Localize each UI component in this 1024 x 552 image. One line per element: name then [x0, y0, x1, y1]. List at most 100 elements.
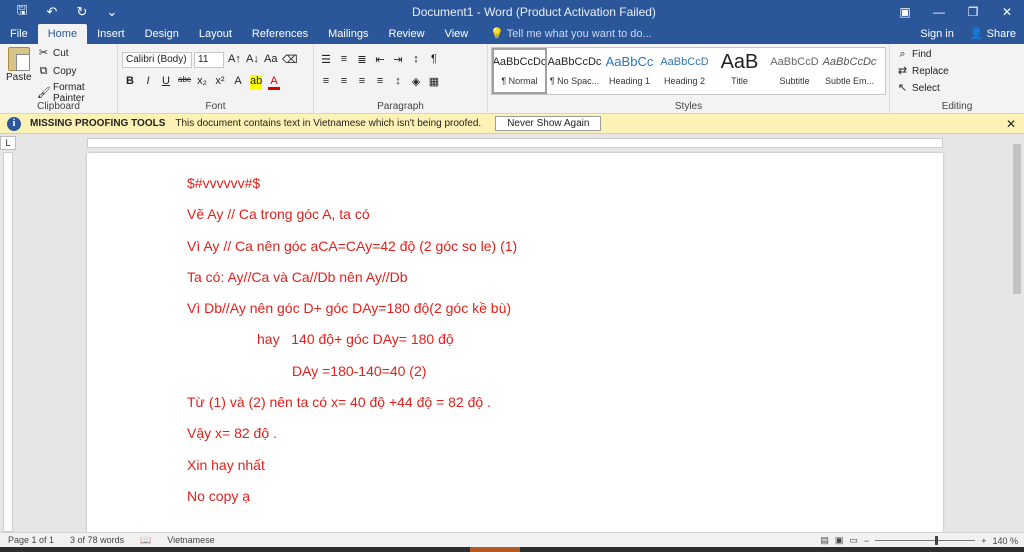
- ribbon-display-options-icon[interactable]: ▣: [888, 5, 922, 19]
- justify-icon[interactable]: ≡: [374, 75, 386, 88]
- tab-mailings[interactable]: Mailings: [318, 24, 378, 44]
- paintbrush-icon: 🖌: [37, 86, 51, 99]
- styles-gallery: AaBbCcDc ¶ Normal AaBbCcDc ¶ No Spac... Aa…: [491, 47, 886, 95]
- message-text: This document contains text in Vietnames…: [175, 118, 482, 129]
- tab-insert[interactable]: Insert: [87, 24, 135, 44]
- vertical-ruler[interactable]: [3, 152, 13, 532]
- restore-icon[interactable]: ❐: [956, 5, 990, 19]
- style-name: ¶ No Spac...: [549, 76, 600, 86]
- web-layout-icon[interactable]: ▭: [849, 535, 858, 546]
- bullets-icon[interactable]: ☰: [320, 53, 332, 66]
- tab-layout[interactable]: Layout: [189, 24, 242, 44]
- borders-icon[interactable]: ▦: [428, 75, 440, 88]
- multilevel-list-icon[interactable]: ≣: [356, 53, 368, 66]
- align-center-icon[interactable]: ≡: [338, 75, 350, 88]
- find-button[interactable]: ⌕ Find: [896, 48, 931, 61]
- font-color-icon[interactable]: A: [268, 75, 280, 90]
- horizontal-ruler[interactable]: [87, 138, 943, 148]
- zoom-slider-knob[interactable]: [935, 536, 939, 545]
- replace-button[interactable]: ⇄ Replace: [896, 65, 949, 78]
- highlight-icon[interactable]: ab: [250, 75, 262, 90]
- document-page[interactable]: $#vvvvvv#$ Vẽ Ay // Ca trong góc A, ta c…: [87, 153, 943, 533]
- line-spacing-icon[interactable]: ↕: [392, 75, 404, 88]
- page-count[interactable]: Page 1 of 1: [8, 535, 54, 545]
- change-case-icon[interactable]: Aa: [264, 53, 277, 66]
- font-size-controls: A↑ A↓ Aa ⌫: [228, 53, 298, 66]
- tell-me-search[interactable]: 💡 Tell me what you want to do...: [490, 24, 912, 44]
- align-right-icon[interactable]: ≡: [356, 75, 368, 88]
- tab-references[interactable]: References: [242, 24, 318, 44]
- cut-button[interactable]: ✂ Cut: [37, 47, 69, 60]
- undo-icon[interactable]: ↶: [40, 4, 64, 20]
- superscript-icon[interactable]: x²: [214, 75, 226, 90]
- lightbulb-icon: 💡: [490, 28, 504, 40]
- style-title[interactable]: AaB Title: [712, 48, 767, 94]
- document-line: Vì Db//Ay nên góc D+ góc DAy=180 độ(2 gó…: [187, 300, 512, 317]
- copy-label: Copy: [53, 66, 77, 77]
- language-indicator[interactable]: Vietnamese: [167, 535, 214, 545]
- increase-indent-icon[interactable]: ⇥: [392, 53, 404, 66]
- close-icon[interactable]: ✕: [990, 5, 1024, 19]
- font-name-select[interactable]: Calibri (Body): [122, 52, 192, 68]
- italic-icon[interactable]: I: [142, 75, 154, 90]
- bold-icon[interactable]: B: [124, 75, 136, 90]
- close-message-icon[interactable]: ✕: [1006, 117, 1016, 131]
- never-show-again-button[interactable]: Never Show Again: [495, 116, 602, 131]
- style-heading-1[interactable]: AaBbCc Heading 1: [602, 48, 657, 94]
- tab-selector[interactable]: L: [0, 136, 16, 150]
- style-normal[interactable]: AaBbCcDc ¶ Normal: [492, 48, 547, 94]
- zoom-slider[interactable]: [875, 536, 976, 545]
- decrease-indent-icon[interactable]: ⇤: [374, 53, 386, 66]
- tab-review[interactable]: Review: [379, 24, 435, 44]
- copy-button[interactable]: ⧉ Copy: [37, 65, 77, 78]
- font-size-select[interactable]: 11: [194, 52, 224, 68]
- customize-qat-icon[interactable]: ⌄: [100, 4, 124, 20]
- numbering-icon[interactable]: ≡: [338, 53, 350, 66]
- tab-view[interactable]: View: [435, 24, 479, 44]
- tab-home[interactable]: Home: [37, 24, 88, 44]
- scissors-icon: ✂: [38, 47, 49, 59]
- tab-file[interactable]: File: [0, 24, 38, 44]
- zoom-level[interactable]: 140 %: [992, 536, 1018, 546]
- align-left-icon[interactable]: ≡: [320, 75, 332, 88]
- show-formatting-icon[interactable]: ¶: [428, 53, 440, 66]
- underline-icon[interactable]: U: [160, 75, 172, 90]
- style-subtle-emphasis[interactable]: AaBbCcDc Subtle Em...: [822, 48, 877, 94]
- style-heading-2[interactable]: AaBbCcD Heading 2: [657, 48, 712, 94]
- paste-button[interactable]: Paste: [6, 47, 32, 83]
- style-preview: AaBbCcDc: [492, 56, 547, 68]
- share-button[interactable]: 👤 Share: [962, 24, 1024, 44]
- style-preview: AaBbCc: [605, 54, 654, 69]
- ribbon-home: Paste ✂ Cut ⧉ Copy 🖌 Format Painter Clipboa…: [0, 44, 1024, 114]
- sort-icon[interactable]: ↕: [410, 53, 422, 66]
- zoom-in-icon[interactable]: +: [981, 536, 986, 546]
- style-preview: AaB: [720, 51, 759, 73]
- taskbar-active-app: [470, 547, 520, 552]
- shading-icon[interactable]: ◈: [410, 75, 422, 88]
- font-format-controls: B I U abc x₂ x² A ab A: [124, 75, 280, 90]
- proofing-icon[interactable]: 📖: [140, 535, 151, 546]
- vertical-scrollbar[interactable]: [1010, 134, 1024, 532]
- zoom-out-icon[interactable]: −: [864, 536, 869, 546]
- subscript-icon[interactable]: x₂: [196, 75, 208, 90]
- strikethrough-icon[interactable]: abc: [178, 75, 191, 90]
- person-icon: 👤: [969, 28, 984, 40]
- text-effects-icon[interactable]: A: [232, 75, 244, 90]
- shrink-font-icon[interactable]: A↓: [246, 53, 259, 66]
- word-count[interactable]: 3 of 78 words: [70, 535, 124, 545]
- clear-formatting-icon[interactable]: ⌫: [282, 53, 298, 66]
- sign-in-link[interactable]: Sign in: [912, 24, 962, 44]
- print-layout-icon[interactable]: ▣: [835, 535, 844, 546]
- select-button[interactable]: ↖ Select: [896, 82, 940, 95]
- style-name: Heading 1: [608, 76, 651, 86]
- tab-design[interactable]: Design: [135, 24, 189, 44]
- minimize-icon[interactable]: —: [922, 5, 956, 19]
- style-subtitle[interactable]: AaBbCcD Subtitle: [767, 48, 822, 94]
- paragraph-group-label: Paragraph: [377, 101, 424, 112]
- redo-icon[interactable]: ↻: [70, 4, 94, 20]
- read-mode-icon[interactable]: ▤: [820, 535, 829, 546]
- grow-font-icon[interactable]: A↑: [228, 53, 241, 66]
- save-icon[interactable]: 🖫: [10, 1, 34, 23]
- scrollbar-thumb[interactable]: [1013, 144, 1021, 294]
- style-no-spacing[interactable]: AaBbCcDc ¶ No Spac...: [547, 48, 602, 94]
